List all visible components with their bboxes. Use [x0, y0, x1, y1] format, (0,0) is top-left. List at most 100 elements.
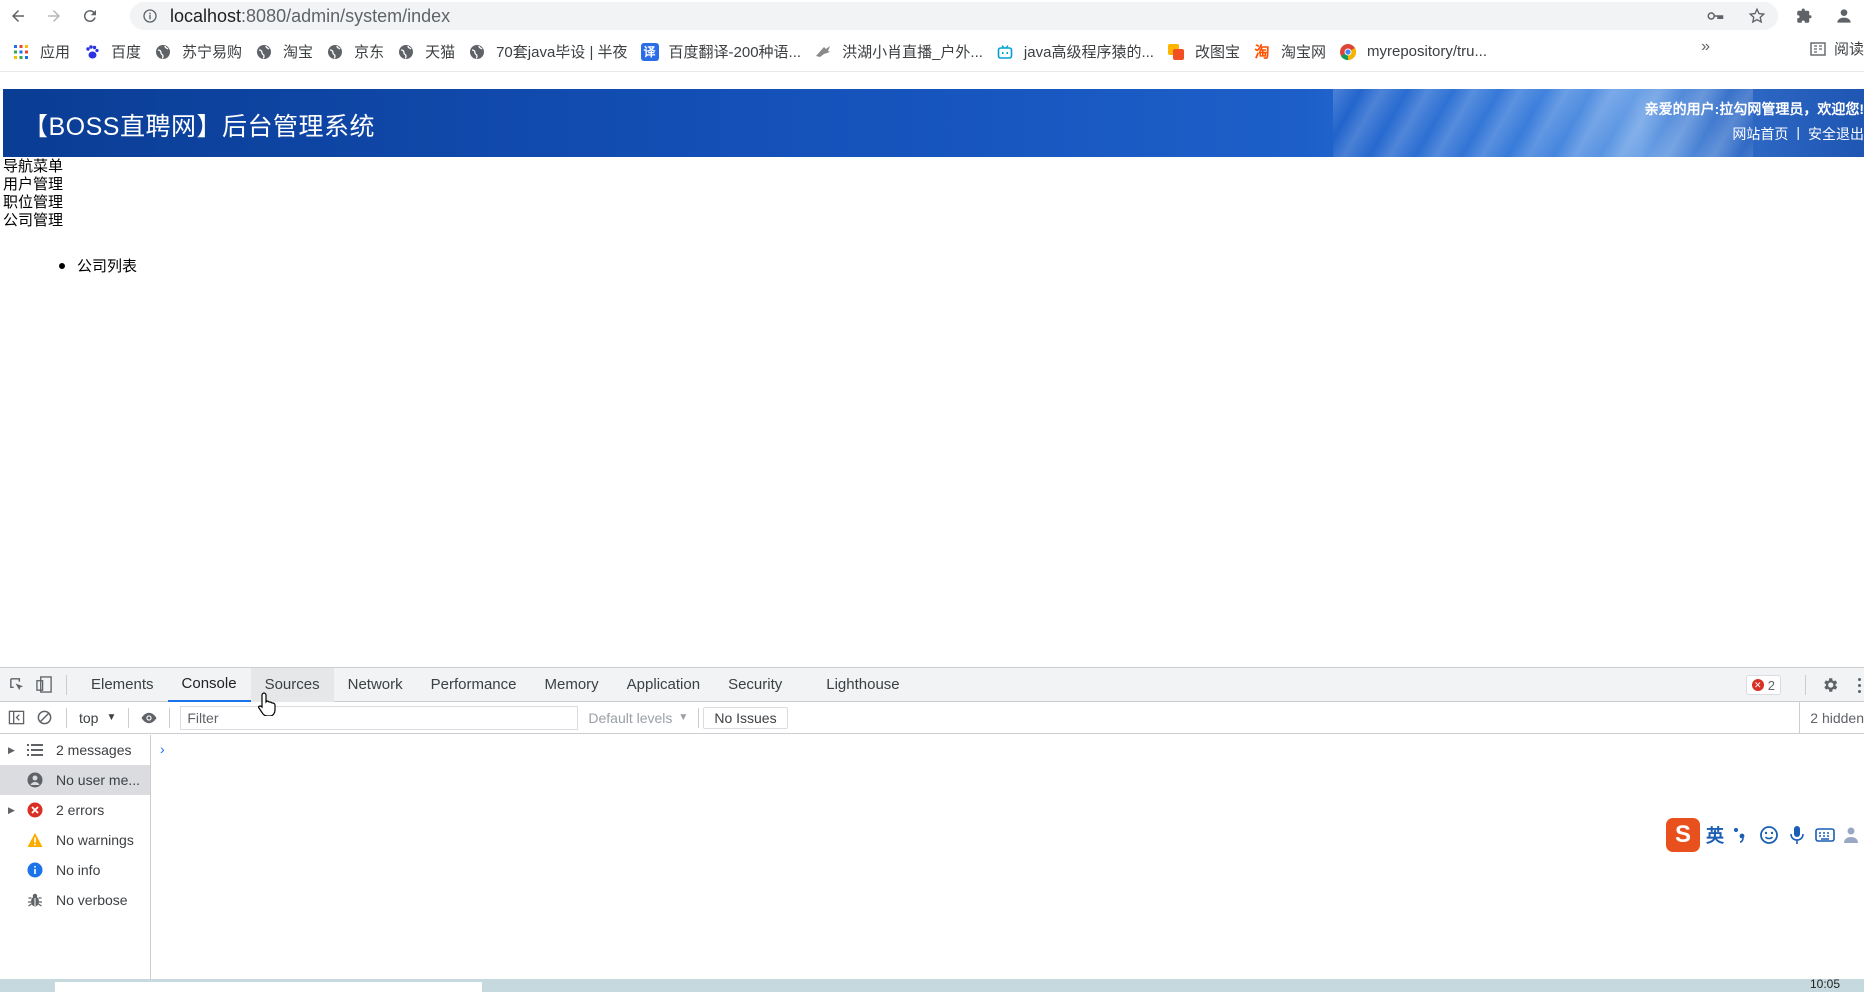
tab-memory[interactable]: Memory	[531, 668, 613, 702]
page-title: 【BOSS直聘网】后台管理系统	[23, 113, 375, 141]
nav-menu-title: 导航菜单	[3, 158, 64, 175]
devtools-tabbar: Elements Console Sources Network Perform…	[0, 667, 1864, 702]
tab-console[interactable]: Console	[167, 668, 251, 702]
inspect-element-icon[interactable]	[4, 673, 28, 697]
bookmarks-bar: 应用 百度 苏宁易购 淘宝 京东 天猫 70套java毕设 | 半夜 译 百度翻…	[0, 32, 1864, 72]
tab-performance[interactable]: Performance	[417, 668, 531, 702]
address-bar[interactable]: localhost:8080/admin/system/index	[130, 2, 1778, 30]
menu-item-user-management[interactable]: 用户管理	[3, 176, 63, 194]
browser-toolbar: localhost:8080/admin/system/index	[0, 0, 1864, 32]
bookmark-tmall[interactable]: 天猫	[393, 38, 464, 66]
context-selector[interactable]: top ▼	[79, 710, 116, 726]
bookmark-baidu-translate[interactable]: 译 百度翻译-200种语...	[637, 38, 811, 66]
bookmark-label: 天猫	[425, 44, 456, 61]
bookmark-suning[interactable]: 苏宁易购	[150, 38, 251, 66]
ime-mode-toggle[interactable]: 英	[1706, 822, 1724, 848]
bookmark-live[interactable]: 洪湖小肖直播_户外...	[810, 38, 992, 66]
bookmark-label: 百度	[111, 44, 142, 61]
bookmark-jd[interactable]: 京东	[322, 38, 393, 66]
info-icon[interactable]	[142, 8, 158, 24]
microphone-icon[interactable]	[1786, 824, 1808, 846]
console-body: ▶ 2 messages No user me... ▶ 2 errors No…	[0, 735, 1864, 980]
keyboard-icon[interactable]	[1814, 824, 1836, 846]
devtools-tabbar-right: ✕ 2	[1745, 668, 1864, 702]
bookmark-gaitubao[interactable]: 改图宝	[1163, 38, 1249, 66]
mouse-pointer-icon	[258, 692, 276, 716]
link-separator: |	[1796, 124, 1800, 140]
expand-arrow-icon[interactable]: ▶	[8, 805, 15, 816]
bookmark-label: myrepository/tru...	[1366, 43, 1488, 60]
menu-item-company-management[interactable]: 公司管理	[3, 212, 63, 230]
chrome-icon	[1339, 43, 1357, 61]
devtools-panel: Elements Console Sources Network Perform…	[0, 667, 1864, 980]
bookmark-baidu[interactable]: 百度	[79, 38, 150, 66]
bookmark-label: 洪湖小肖直播_户外...	[842, 44, 983, 61]
tab-application[interactable]: Application	[613, 668, 714, 702]
logout-link[interactable]: 安全退出	[1808, 124, 1864, 144]
sidebar-item-label: No info	[56, 862, 101, 878]
punctuation-icon[interactable]	[1730, 824, 1752, 846]
bullet-icon	[59, 262, 65, 269]
submenu-item-company-list[interactable]: 公司列表	[59, 255, 137, 276]
sidebar-item-user-messages[interactable]: No user me...	[0, 765, 150, 795]
list-icon	[27, 742, 43, 758]
bookmark-myrepository[interactable]: myrepository/tru...	[1335, 38, 1496, 66]
sidebar-item-errors[interactable]: ▶ 2 errors	[0, 795, 150, 825]
issues-button[interactable]: No Issues	[703, 706, 788, 729]
emoji-icon[interactable]	[1758, 824, 1780, 846]
bookmarks-more-button[interactable]: »	[1701, 38, 1710, 56]
forward-button[interactable]	[36, 1, 72, 31]
globe-icon	[397, 43, 415, 61]
dropdown-caret-icon: ▼	[106, 712, 117, 723]
extensions-puzzle-icon[interactable]	[1784, 0, 1824, 32]
key-icon[interactable]	[1694, 2, 1736, 30]
tab-elements[interactable]: Elements	[77, 668, 168, 702]
bookmark-taobao-net[interactable]: 淘 淘宝网	[1249, 38, 1335, 66]
sogou-logo-icon[interactable]: S	[1666, 818, 1700, 852]
reading-list-label: 阅读	[1833, 41, 1864, 58]
console-sidebar: ▶ 2 messages No user me... ▶ 2 errors No…	[0, 735, 151, 980]
console-prompt[interactable]: ›	[160, 741, 165, 757]
tab-divider	[66, 674, 67, 695]
bug-icon	[27, 892, 43, 908]
sidebar-item-label: 2 errors	[56, 802, 105, 818]
live-expression-eye-icon[interactable]	[137, 706, 161, 730]
device-toolbar-icon[interactable]	[32, 673, 56, 697]
clear-console-icon[interactable]	[32, 706, 56, 730]
url-host: localhost	[170, 5, 242, 26]
sidebar-item-warnings[interactable]: No warnings	[0, 825, 150, 855]
console-filter-input[interactable]	[180, 705, 579, 730]
sidebar-item-label: No warnings	[56, 832, 134, 848]
tab-lighthouse[interactable]: Lighthouse	[812, 668, 913, 702]
sidebar-toggle-icon[interactable]	[4, 706, 28, 730]
url-path: :8080/admin/system/index	[241, 5, 451, 26]
bookmark-bilibili[interactable]: java高级程序猿的...	[992, 38, 1163, 66]
menu-item-job-management[interactable]: 职位管理	[3, 194, 63, 212]
tab-security[interactable]: Security	[714, 668, 796, 702]
bookmark-taobao[interactable]: 淘宝	[251, 38, 322, 66]
profile-avatar-icon[interactable]	[1824, 0, 1864, 32]
tab-network[interactable]: Network	[334, 668, 417, 702]
user-skin-icon[interactable]	[1842, 824, 1864, 846]
sidebar-item-info[interactable]: No info	[0, 855, 150, 885]
bookmark-star-icon[interactable]	[1736, 2, 1778, 30]
taskbar-window-button[interactable]	[55, 982, 482, 992]
bookmark-java-projects[interactable]: 70套java毕设 | 半夜	[464, 38, 636, 66]
nav-menu: 导航菜单 用户管理 职位管理 公司管理	[3, 158, 63, 230]
settings-gear-icon[interactable]	[1818, 673, 1842, 697]
sidebar-item-messages[interactable]: ▶ 2 messages	[0, 735, 150, 765]
back-button[interactable]	[0, 1, 36, 31]
home-link[interactable]: 网站首页	[1732, 124, 1788, 144]
expand-arrow-icon[interactable]: ▶	[8, 745, 15, 756]
globe-icon	[326, 43, 344, 61]
more-options-icon[interactable]	[1854, 673, 1864, 697]
user-icon	[27, 772, 43, 788]
error-count-badge[interactable]: ✕ 2	[1745, 675, 1781, 695]
reload-button[interactable]	[72, 1, 108, 31]
log-levels-dropdown[interactable]: Default levels ▼	[588, 710, 688, 726]
toolbar-right	[1784, 0, 1864, 32]
reading-list-button[interactable]: 阅读	[1810, 38, 1864, 59]
bookmark-label: 苏宁易购	[182, 44, 243, 61]
bookmark-apps[interactable]: 应用	[8, 38, 79, 66]
sidebar-item-verbose[interactable]: No verbose	[0, 885, 150, 915]
